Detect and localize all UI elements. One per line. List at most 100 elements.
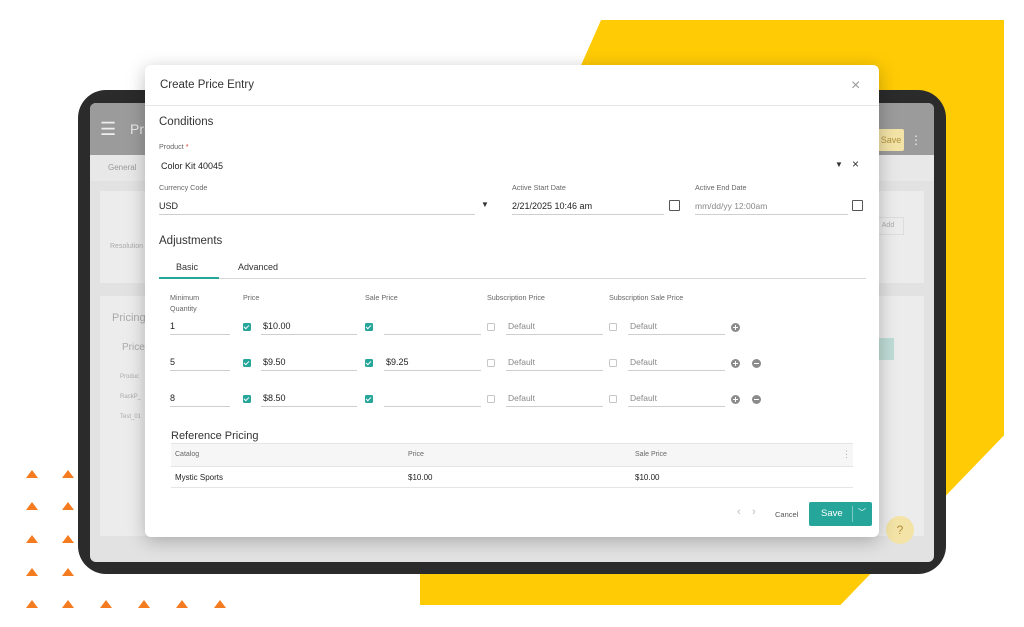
start-date-label: Active Start Date [512,183,566,192]
reference-column-catalog: Catalog [175,451,200,458]
column-header-sale-price: Sale Price [365,293,398,302]
chevron-down-icon[interactable]: ▼ [835,160,843,169]
subscription-sale-price-underline [628,406,725,407]
min-quantity-input[interactable]: 5 [170,357,175,367]
end-date-label: Active End Date [695,183,747,192]
chevron-down-icon[interactable]: ▼ [481,200,489,209]
divider [145,105,879,106]
column-header-subscription-price: Subscription Price [487,293,545,302]
price-input[interactable]: $10.00 [263,321,291,331]
background-pricing-title: Pricing [112,312,146,324]
subscription-price-checkbox[interactable] [487,395,495,403]
subscription-price-underline [506,370,603,371]
adjustments-heading: Adjustments [159,235,223,247]
add-row-icon[interactable] [731,359,740,368]
reference-pricing-heading: Reference Pricing [171,430,259,442]
more-icon[interactable]: ⋮ [910,133,922,147]
product-select[interactable]: Color Kit 40045 [161,161,223,171]
orange-triangle [100,600,112,608]
column-menu-icon[interactable]: ⋮ [842,449,851,460]
currency-label: Currency Code [159,183,208,192]
subscription-price-input[interactable]: Default [508,393,535,403]
orange-triangle [62,502,74,510]
price-input[interactable]: $8.50 [263,393,286,403]
save-button[interactable]: Save ﹀ [809,502,872,526]
sale-price-checkbox[interactable] [365,395,373,403]
subscription-sale-price-checkbox[interactable] [609,359,617,367]
reference-column-sale-price: Sale Price [635,451,667,458]
start-date-input[interactable]: 2/21/2025 10:46 am [512,201,592,211]
orange-triangle [138,600,150,608]
orange-triangle [62,535,74,543]
reference-cell-catalog: Mystic Sports [175,473,224,482]
chevron-right-icon[interactable]: › [752,506,756,518]
sale-price-checkbox[interactable] [365,359,373,367]
min-quantity-input[interactable]: 1 [170,321,175,331]
help-button[interactable]: ? [886,516,914,544]
background-save-button[interactable]: Save [878,129,904,151]
end-date-underline [695,214,848,215]
subscription-price-checkbox[interactable] [487,359,495,367]
conditions-heading: Conditions [159,116,214,128]
price-checkbox[interactable] [243,323,251,331]
min-quantity-underline [170,370,230,371]
subscription-sale-price-input[interactable]: Default [630,321,657,331]
save-button-separator [852,506,853,522]
orange-triangle [62,600,74,608]
close-icon[interactable]: × [851,77,860,95]
divider [171,487,853,488]
chevron-down-icon[interactable]: ﹀ [858,507,866,518]
reference-cell-price: $10.00 [408,473,433,482]
background-row: Produc [120,374,140,380]
add-row-icon[interactable] [731,323,740,332]
price-checkbox[interactable] [243,395,251,403]
subscription-price-underline [506,334,603,335]
reference-cell-sale-price: $10.00 [635,473,660,482]
price-checkbox[interactable] [243,359,251,367]
orange-triangle [26,600,38,608]
orange-triangle [176,600,188,608]
subscription-sale-price-input[interactable]: Default [630,393,657,403]
sale-price-input[interactable]: $9.25 [386,357,409,367]
clear-icon[interactable]: × [852,157,859,171]
remove-row-icon[interactable] [752,359,761,368]
currency-select[interactable]: USD [159,201,178,211]
background-row-label: Resolution [110,243,144,250]
column-header-min-qty-1: Minimum [170,293,200,302]
orange-triangle [26,470,38,478]
subscription-sale-price-checkbox[interactable] [609,323,617,331]
cancel-button[interactable]: Cancel [775,510,798,519]
currency-underline [159,214,475,215]
subscription-sale-price-input[interactable]: Default [630,357,657,367]
product-label: Product * [159,142,189,151]
subscription-sale-price-checkbox[interactable] [609,395,617,403]
sale-price-underline [384,334,481,335]
subscription-price-input[interactable]: Default [508,321,535,331]
calendar-icon[interactable] [669,200,680,211]
menu-icon[interactable]: ☰ [100,119,116,140]
sale-price-checkbox[interactable] [365,323,373,331]
background-row: Test_01 [120,414,142,420]
sale-price-underline [384,370,481,371]
end-date-input[interactable]: mm/dd/yy 12:00am [695,201,767,211]
subscription-price-input[interactable]: Default [508,357,535,367]
orange-triangle [26,535,38,543]
column-header-price: Price [243,293,260,302]
subscription-price-checkbox[interactable] [487,323,495,331]
price-input[interactable]: $9.50 [263,357,286,367]
min-quantity-input[interactable]: 8 [170,393,175,403]
subscription-sale-price-underline [628,334,725,335]
tab-basic[interactable]: Basic [176,262,198,272]
tab-advanced[interactable]: Advanced [238,262,278,272]
chevron-left-icon[interactable]: ‹ [737,506,741,518]
reference-table-header [171,443,853,467]
add-row-icon[interactable] [731,395,740,404]
background-tab-general[interactable]: General [108,163,136,172]
background-price-label: Price [122,342,145,353]
save-button-label: Save [821,508,843,519]
min-quantity-underline [170,334,230,335]
calendar-icon[interactable] [852,200,863,211]
remove-row-icon[interactable] [752,395,761,404]
price-underline [261,370,357,371]
background-row: RackP_ [120,394,142,400]
